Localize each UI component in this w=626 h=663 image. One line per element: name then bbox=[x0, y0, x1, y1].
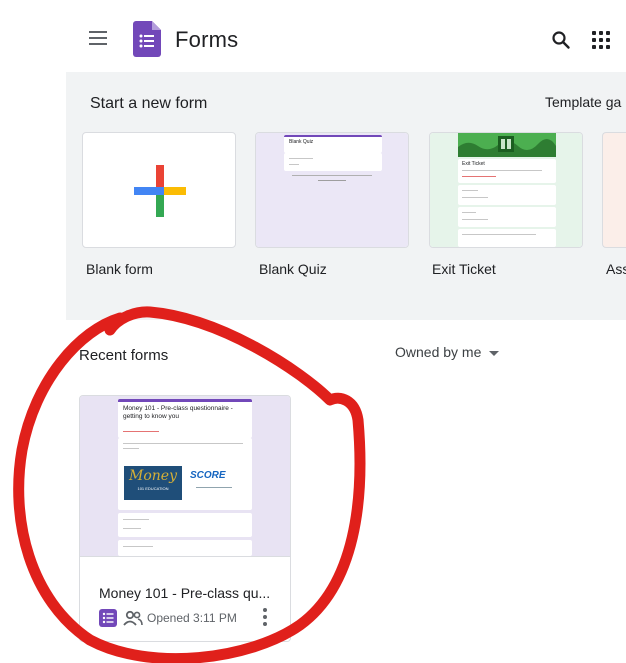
exit-thumb-q3 bbox=[458, 229, 556, 247]
template-label-partial: Ass bbox=[606, 261, 626, 277]
template-gallery-link[interactable]: Template ga bbox=[545, 94, 621, 110]
more-options-icon[interactable] bbox=[260, 607, 270, 627]
forms-logo-icon[interactable] bbox=[133, 21, 161, 57]
menu-icon[interactable] bbox=[89, 29, 109, 45]
owner-filter-label: Owned by me bbox=[395, 344, 482, 360]
doc-thumb-header: Money 101 - Pre-class questionnaire - ge… bbox=[118, 399, 252, 438]
exit-thumb-q2 bbox=[458, 207, 556, 227]
owner-filter-dropdown[interactable]: Owned by me bbox=[395, 344, 500, 360]
apps-grid-icon[interactable] bbox=[592, 31, 610, 49]
app-title: Forms bbox=[175, 27, 239, 52]
doc-footer: Money 101 - Pre-class qu... Opened 3:11 … bbox=[80, 556, 290, 641]
template-label-blank-form: Blank form bbox=[86, 261, 153, 277]
recent-doc-card[interactable]: Money 101 - Pre-class questionnaire - ge… bbox=[79, 395, 291, 642]
template-label-exit-ticket: Exit Ticket bbox=[432, 261, 496, 277]
doc-thumb-heading: Money 101 - Pre-class questionnaire - ge… bbox=[123, 405, 233, 420]
plus-icon bbox=[134, 165, 186, 217]
doc-meta-row: Opened 3:11 PM bbox=[99, 609, 279, 629]
doc-thumbnail: Money 101 - Pre-class questionnaire - ge… bbox=[80, 396, 290, 556]
quiz-thumb-sheet: Blank Quiz bbox=[284, 133, 382, 247]
template-label-blank-quiz: Blank Quiz bbox=[259, 261, 327, 277]
exit-thumb-header: Exit Ticket bbox=[458, 159, 556, 183]
quiz-thumb-header: Blank Quiz bbox=[284, 135, 382, 153]
score-logo: SCORE bbox=[190, 470, 226, 481]
shared-people-icon bbox=[123, 610, 143, 626]
template-card-partial[interactable] bbox=[602, 132, 626, 248]
doc-thumb-q2 bbox=[118, 540, 252, 556]
start-new-form-heading: Start a new form bbox=[90, 95, 208, 112]
opened-timestamp: Opened 3:11 PM bbox=[147, 611, 237, 625]
quiz-thumb-title: Blank Quiz bbox=[289, 139, 314, 145]
exit-thumb-title: Exit Ticket bbox=[462, 161, 485, 167]
money101-logo-word: Money bbox=[129, 468, 177, 484]
exit-thumb-banner bbox=[458, 133, 556, 157]
exit-thumb-q1 bbox=[458, 185, 556, 205]
doc-title: Money 101 - Pre-class qu... bbox=[99, 585, 271, 601]
search-icon[interactable] bbox=[551, 30, 571, 50]
template-card-exit-ticket[interactable]: Exit Ticket bbox=[429, 132, 583, 248]
doc-thumb-sheet: Money 101 - Pre-class questionnaire - ge… bbox=[118, 396, 252, 556]
template-card-blank-quiz[interactable]: Blank Quiz bbox=[255, 132, 409, 248]
recent-forms-heading: Recent forms bbox=[79, 347, 169, 364]
doc-thumb-q1 bbox=[118, 513, 252, 537]
quiz-thumb-question bbox=[284, 153, 382, 171]
money101-logo: Money 101 EDUCATION bbox=[124, 466, 182, 500]
doc-thumb-intro: Money 101 EDUCATION SCORE bbox=[118, 438, 252, 510]
caret-down-icon bbox=[489, 350, 500, 356]
left-gutter bbox=[0, 0, 66, 663]
template-card-blank-form[interactable] bbox=[82, 132, 236, 248]
money101-logo-sub: 101 EDUCATION bbox=[137, 486, 169, 491]
forms-file-icon bbox=[99, 609, 117, 627]
